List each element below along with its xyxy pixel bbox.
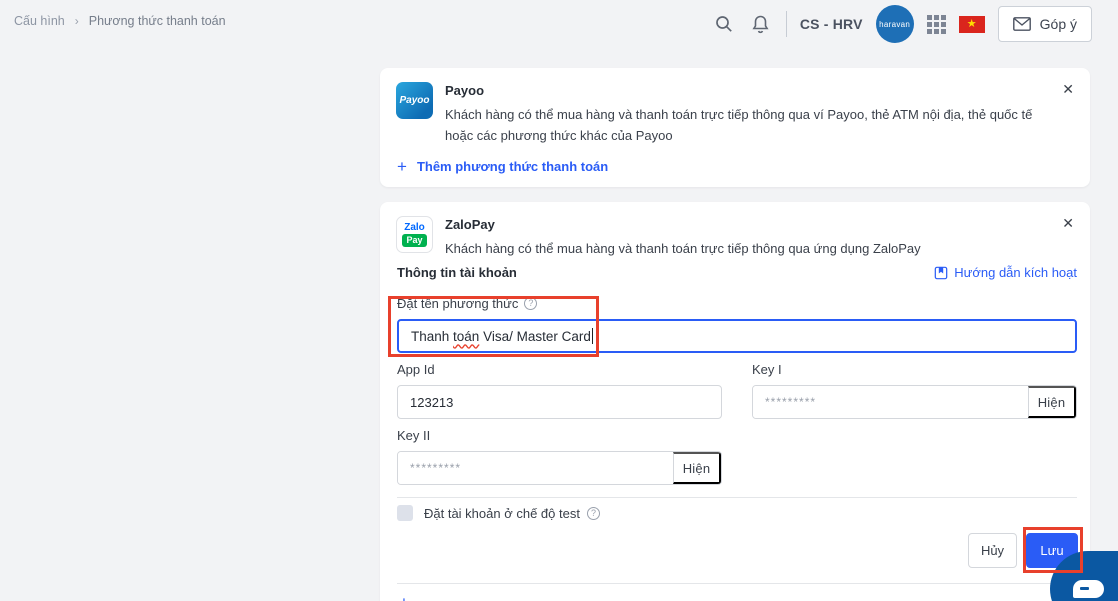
search-icon[interactable]	[712, 12, 736, 36]
plus-icon: +	[397, 157, 407, 176]
method-name-field: Đặt tên phương thức ? Thanh toán Visa/ M…	[397, 296, 1077, 353]
text-caret	[591, 328, 593, 344]
account-info-heading: Thông tin tài khoản	[397, 265, 517, 280]
method-name-value-suffix: Visa/ Master Card	[479, 328, 591, 344]
zalopay-logo-pay: Pay	[402, 233, 427, 247]
app-id-input[interactable]	[397, 385, 722, 419]
breadcrumb: Cấu hình › Phương thức thanh toán	[14, 14, 226, 28]
breadcrumb-payment-methods[interactable]: Phương thức thanh toán	[89, 14, 226, 28]
key2-label: Key II	[397, 428, 431, 443]
payoo-title: Payoo	[445, 83, 485, 98]
cancel-button[interactable]: Hủy	[968, 533, 1017, 568]
zalopay-logo: Zalo Pay	[396, 216, 433, 253]
payoo-card: Payoo Payoo Khách hàng có thể mua hàng v…	[380, 68, 1090, 187]
help-icon[interactable]: ?	[586, 506, 600, 520]
apps-grid-icon[interactable]	[926, 14, 946, 34]
key2-field: Key II Hiện	[397, 428, 722, 485]
zalopay-title: ZaloPay	[445, 217, 495, 232]
topbar-divider	[785, 11, 787, 37]
key1-label: Key I	[752, 362, 782, 377]
zalopay-close-icon[interactable]: ✕	[1062, 216, 1074, 230]
activation-guide-link[interactable]: Hướng dẫn kích hoạt	[934, 265, 1077, 280]
payoo-close-icon[interactable]: ✕	[1062, 82, 1074, 96]
zalopay-card: Zalo Pay ZaloPay Khách hàng có thể mua h…	[380, 202, 1090, 601]
payoo-add-method-link[interactable]: + Thêm phương thức thanh toán	[397, 158, 608, 175]
account-label: CS - HRV	[799, 16, 863, 32]
plus-icon: +	[399, 594, 409, 601]
method-name-value-prefix: Thanh	[411, 328, 454, 344]
breadcrumb-separator-icon: ›	[74, 14, 79, 28]
vietnam-flag-icon[interactable]: ★	[958, 15, 985, 33]
key1-field: Key I Hiện	[752, 362, 1077, 419]
payment-settings-page: Cấu hình › Phương thức thanh toán CS - H…	[0, 0, 1118, 601]
test-mode-label: Đặt tài khoản ở chế độ test	[424, 505, 580, 521]
zalopay-logo-zalo: Zalo	[404, 221, 425, 233]
method-name-value-misspelled: toán	[453, 328, 480, 344]
app-id-field: App Id	[397, 362, 722, 419]
payoo-add-method-label: Thêm phương thức thanh toán	[416, 159, 609, 174]
payoo-logo: Payoo	[396, 82, 433, 119]
breadcrumb-config[interactable]: Cấu hình	[14, 14, 65, 28]
topbar-actions: CS - HRV haravan ★ Góp ý	[712, 5, 1092, 43]
footer-divider	[397, 583, 1077, 584]
key1-input[interactable]	[753, 386, 1028, 418]
feedback-button-label: Góp ý	[1039, 16, 1077, 32]
help-icon[interactable]: ?	[524, 297, 538, 310]
zalopay-description: Khách hàng có thể mua hàng và thanh toán…	[445, 241, 921, 256]
method-name-label: Đặt tên phương thức	[397, 296, 519, 311]
key1-show-button[interactable]: Hiện	[1028, 386, 1076, 418]
test-mode-row: Đặt tài khoản ở chế độ test ?	[397, 505, 600, 521]
key2-show-button[interactable]: Hiện	[673, 452, 721, 484]
activation-guide-label: Hướng dẫn kích hoạt	[954, 265, 1077, 280]
envelope-icon	[1012, 17, 1031, 31]
app-id-label: App Id	[397, 362, 435, 377]
test-mode-checkbox[interactable]	[397, 505, 413, 521]
key2-input[interactable]	[398, 452, 673, 484]
method-name-input[interactable]: Thanh toán Visa/ Master Card	[397, 319, 1077, 353]
feedback-button[interactable]: Góp ý	[997, 6, 1092, 42]
avatar[interactable]: haravan	[875, 5, 914, 43]
notification-bell-icon[interactable]	[749, 12, 773, 36]
payoo-description: Khách hàng có thể mua hàng và thanh toán…	[445, 107, 1033, 143]
zalopay-provider-row: Zalo Pay ZaloPay Khách hàng có thể mua h…	[396, 216, 1074, 259]
section-divider	[397, 497, 1077, 498]
bookmark-icon	[934, 266, 948, 280]
payoo-provider-row: Payoo Payoo Khách hàng có thể mua hàng v…	[396, 82, 1074, 146]
chat-message-icon	[1073, 580, 1104, 598]
